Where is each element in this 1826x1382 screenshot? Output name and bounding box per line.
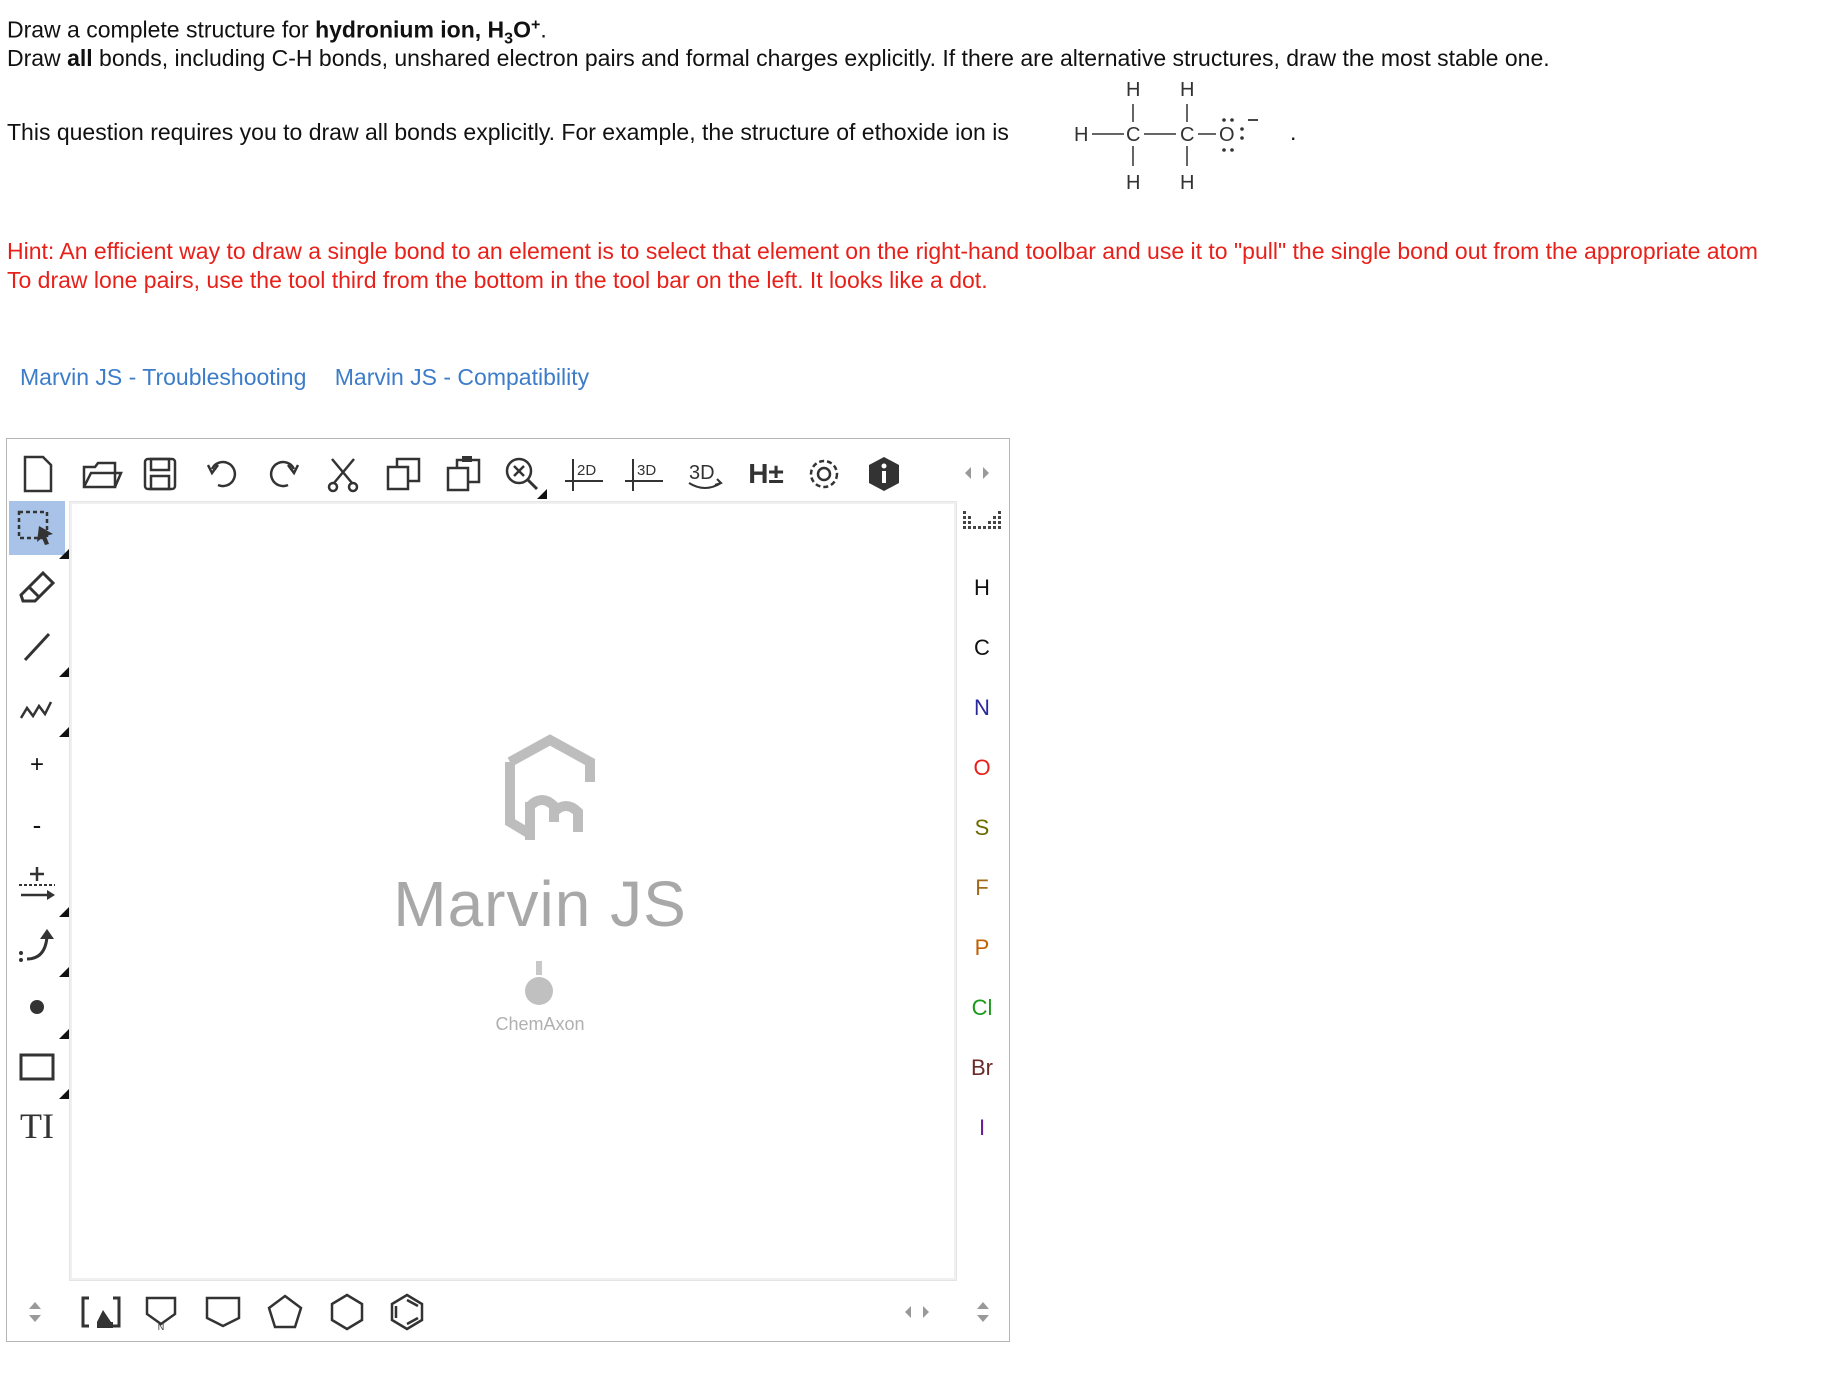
undo-icon[interactable] <box>203 453 243 495</box>
zoom-icon[interactable] <box>501 453 547 499</box>
chemaxon-logo-icon <box>525 961 553 1005</box>
svg-text:C: C <box>1180 124 1194 146</box>
watermark-subtitle: ChemAxon <box>495 1014 585 1034</box>
select-icon[interactable] <box>9 501 69 559</box>
svg-text:O: O <box>1219 124 1235 146</box>
reaction-arrow-icon[interactable] <box>9 857 69 917</box>
clean-2d-icon[interactable]: 2D <box>563 453 607 495</box>
help-links: Marvin JS - Troubleshooting Marvin JS - … <box>20 364 611 391</box>
single-bond-icon[interactable] <box>9 619 69 677</box>
hint-line-1: Hint: An efficient way to draw a single … <box>7 238 1758 264</box>
element-o[interactable]: O <box>957 755 1007 781</box>
clean-3d-icon[interactable]: 3D <box>623 453 667 495</box>
new-document-icon[interactable] <box>17 453 59 495</box>
element-n[interactable]: N <box>957 695 1007 721</box>
info-icon[interactable] <box>863 453 905 495</box>
svg-text:H: H <box>1126 79 1140 101</box>
settings-icon[interactable] <box>803 453 845 495</box>
erase-icon[interactable] <box>9 561 65 613</box>
rectangle-shape-icon[interactable] <box>9 1039 69 1099</box>
element-cl[interactable]: Cl <box>957 995 1007 1021</box>
cyclobutane-icon[interactable] <box>201 1291 245 1333</box>
positive-charge-icon[interactable]: + <box>9 739 65 791</box>
clean-2d-label: 2D <box>577 462 596 479</box>
hint-line-2: To draw lone pairs, use the tool third f… <box>7 267 988 293</box>
link-compatibility[interactable]: Marvin JS - Compatibility <box>335 364 589 390</box>
question-instructions: Draw all bonds, including C-H bonds, uns… <box>7 45 1550 71</box>
redo-icon[interactable] <box>263 453 303 495</box>
curved-arrow-icon[interactable] <box>9 917 69 977</box>
chain-icon[interactable] <box>9 679 69 737</box>
element-i[interactable]: I <box>957 1115 1007 1141</box>
marvin-watermark: Marvin JS ChemAxon <box>370 722 710 1035</box>
cyclopentane-icon[interactable] <box>263 1291 307 1333</box>
template-library-icon[interactable] <box>77 1291 125 1333</box>
periodic-table-icon[interactable] <box>959 503 1007 539</box>
svg-text:N: N <box>158 1322 165 1332</box>
svg-text:H: H <box>1126 172 1140 194</box>
svg-text:H: H <box>1074 124 1088 146</box>
drawing-canvas[interactable]: Marvin JS ChemAxon <box>69 501 957 1281</box>
toolbar-scroll-arrows-icon[interactable] <box>957 457 997 489</box>
element-c[interactable]: C <box>957 635 1007 661</box>
example-period: . <box>1290 119 1297 145</box>
svg-text:H: H <box>1180 79 1194 101</box>
lone-pair-dot-icon[interactable] <box>9 979 69 1039</box>
element-p[interactable]: P <box>957 935 1007 961</box>
3d-view-icon[interactable]: 3D <box>683 453 727 495</box>
svg-text:H: H <box>1180 172 1194 194</box>
benzene-icon[interactable] <box>385 1291 429 1333</box>
copy-icon[interactable] <box>383 453 425 495</box>
question-example-text: This question requires you to draw all b… <box>7 119 1009 145</box>
bottom-scroll-updown-icon[interactable] <box>15 1291 55 1333</box>
watermark-title: Marvin JS <box>393 868 687 940</box>
cyclohexane-icon[interactable] <box>325 1291 369 1333</box>
marvin-editor: 2D 3D 3D H± + - TI Marvin JS ChemAxon H … <box>6 438 1010 1342</box>
element-f[interactable]: F <box>957 875 1007 901</box>
element-br[interactable]: Br <box>957 1055 1007 1081</box>
palette-scroll-updown-icon[interactable] <box>963 1291 1003 1333</box>
ethoxide-example-structure: H H H C C O H H <box>1074 79 1258 194</box>
cut-icon[interactable] <box>323 453 363 495</box>
negative-charge-icon[interactable]: - <box>9 799 65 851</box>
text-tool-icon[interactable]: TI <box>9 1099 65 1153</box>
open-icon[interactable] <box>79 453 125 495</box>
save-icon[interactable] <box>139 453 181 495</box>
svg-text:C: C <box>1126 124 1140 146</box>
bottom-scroll-leftright-icon[interactable] <box>897 1295 937 1329</box>
link-troubleshooting[interactable]: Marvin JS - Troubleshooting <box>20 364 306 390</box>
element-h[interactable]: H <box>957 575 1007 601</box>
3d-view-label: 3D <box>689 462 715 484</box>
paste-icon[interactable] <box>443 453 485 495</box>
clean-3d-label: 3D <box>637 462 656 479</box>
benzene-template-icon[interactable]: N <box>139 1291 183 1333</box>
explicit-hydrogens-icon[interactable]: H± <box>743 453 789 495</box>
marvin-logo-icon <box>505 734 595 840</box>
element-s[interactable]: S <box>957 815 1007 841</box>
